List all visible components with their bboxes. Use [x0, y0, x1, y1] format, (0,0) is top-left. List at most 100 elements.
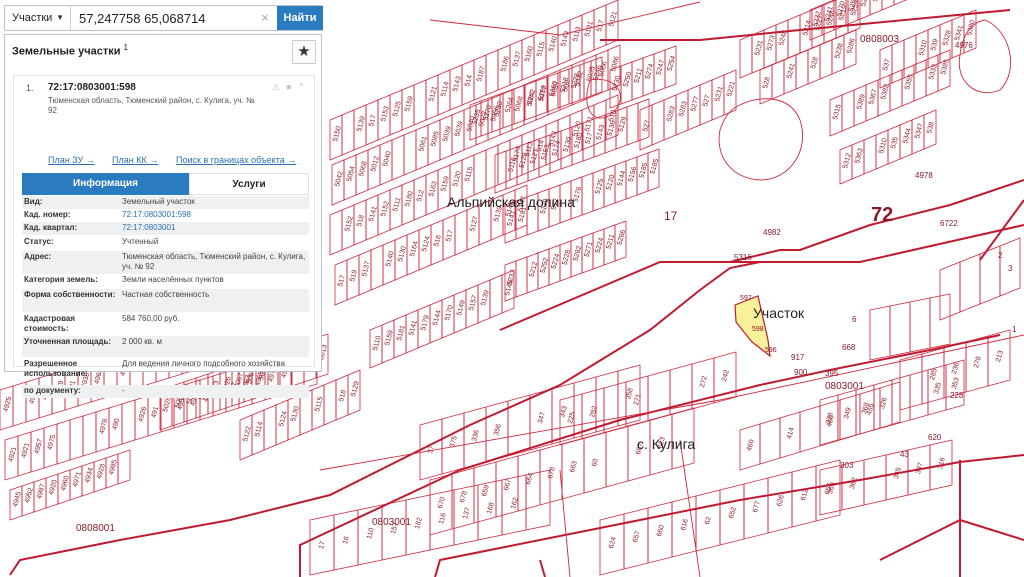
result-index: 1. [26, 83, 34, 93]
search-button[interactable]: Найти [277, 6, 323, 30]
parcel [329, 209, 343, 256]
parcel-number: 4975 [47, 434, 58, 451]
panel-title-text: Земельные участки [12, 45, 121, 58]
parcel [515, 256, 528, 298]
parcel [893, 0, 907, 6]
parcel-label: 228 [950, 391, 964, 400]
search-input[interactable] [75, 8, 261, 28]
parcel [899, 353, 923, 411]
parcel-label: 668 [842, 343, 856, 352]
attribute-value[interactable]: 72:17:0803001 [122, 223, 307, 233]
parcel [626, 102, 639, 146]
plan-kk-link[interactable]: План КК → [112, 155, 158, 165]
parcel-number: 517 [337, 274, 347, 287]
parcel-number: 4934 [84, 467, 95, 484]
tab-services[interactable]: Услуги [189, 173, 309, 195]
parcel [121, 399, 136, 445]
parcel-number: 4921 [21, 442, 32, 459]
parcel-number: 335 [933, 382, 943, 395]
parcel-number: 5344 [902, 127, 913, 144]
parcel [651, 99, 665, 146]
parcel-label: 6722 [940, 219, 958, 228]
parcel-number: 5341 [954, 24, 965, 41]
alpine-valley-label: Альпийская долина [447, 194, 575, 210]
parcel-number: 5130 [290, 405, 301, 422]
parcel-number: 5363 [854, 147, 865, 164]
parcel [759, 417, 781, 465]
parcel-number: 236 [951, 362, 961, 375]
parcel-number: 358 [625, 387, 635, 400]
parcel [117, 449, 131, 485]
parcel [799, 405, 821, 453]
parcel-label: 395 [825, 369, 839, 378]
parcel-number: 16 [342, 535, 351, 544]
favorite-icon[interactable]: ★ [292, 40, 316, 64]
search-bounds-link[interactable]: Поиск в границах объекта → [176, 155, 296, 165]
parcel [647, 369, 671, 422]
parcel [909, 369, 929, 421]
parcel-number: 659 [481, 484, 491, 497]
parcel-number: 5171 [584, 115, 595, 132]
parcel [889, 301, 911, 357]
parcel-number: 110 [366, 527, 376, 540]
parcel-number: 5028 [162, 396, 173, 413]
parcel-number: 517 [585, 132, 595, 145]
parcel-number: 5181 [396, 324, 407, 341]
parcel-number: 5355 [904, 73, 915, 90]
parcel-number: 4957 [34, 438, 45, 455]
parcel-number: 5115 [464, 166, 475, 182]
parcel-number: 5120 [452, 170, 463, 187]
plan-zu-link[interactable]: План ЗУ → [48, 155, 95, 165]
parcel [82, 411, 97, 457]
tab-info[interactable]: Информация [22, 173, 189, 195]
status-icons[interactable]: ⚠ ★ ⌃ [272, 82, 306, 93]
parcel-number: 5115 [314, 396, 325, 412]
parcel-number: 5347 [914, 122, 925, 139]
parcel-number: 663 [569, 460, 579, 473]
parcel [370, 244, 384, 291]
parcel-number: 5125 [392, 100, 403, 117]
svg-text:596: 596 [765, 347, 777, 354]
parcel-card: 1. 72:17:0803001:598 Тюменская область, … [13, 75, 315, 398]
quarter-label-0803001-south: 0803001 [372, 517, 411, 528]
parcel-label: 1 [1012, 325, 1017, 334]
attribute-key: Адрес: [24, 252, 52, 261]
parcel-number: 5159 [384, 329, 395, 346]
attribute-key: Кад. квартал: [24, 223, 78, 232]
clear-icon[interactable]: × [257, 6, 273, 30]
parcel-number: 5061 [418, 135, 429, 152]
svg-text:598: 598 [752, 326, 764, 333]
attribute-value: 584 760,00 руб. [122, 314, 180, 323]
parcel-number: 5012 [370, 155, 381, 172]
parcel-label: 43 [900, 450, 909, 459]
parcel-number: 516 [433, 234, 443, 247]
parcel-number: 5137 [361, 260, 372, 277]
parcel-label: 3 [1008, 264, 1013, 273]
parcel-number: 162 [510, 497, 520, 510]
parcel-number: 5160 [524, 45, 535, 62]
parcel-number: 5277 [690, 95, 701, 112]
parcel [391, 134, 405, 181]
parcel-number: 5389 [856, 93, 867, 110]
parcel-label: 4982 [763, 228, 781, 237]
search-type-select[interactable]: Участки ▼ [5, 6, 71, 30]
parcel-number: 664 [525, 472, 535, 485]
parcel-number: 5180 [404, 190, 415, 207]
parcel [891, 374, 911, 426]
parcel-number: 5139 [356, 115, 367, 132]
parcel-number: 5179 [420, 314, 431, 331]
parcel-number: 678 [459, 490, 469, 503]
parcel-number: 272 [699, 375, 709, 388]
parcel-number: 5114 [254, 421, 265, 437]
parcel-number: 356 [493, 423, 503, 436]
parcel-number: 4920 [48, 479, 59, 496]
cadastral-number-title[interactable]: 72:17:0803001:598 [48, 82, 136, 93]
parcel-number: 4926 [138, 406, 149, 423]
parcel-number: 5110 [372, 335, 383, 351]
parcel-number: 678 [547, 466, 557, 479]
parcel [473, 149, 487, 196]
parcel [795, 49, 809, 90]
parcel-number: 213 [995, 350, 1005, 363]
attribute-value[interactable]: 72:17:0803001:598 [122, 210, 307, 220]
parcel [497, 139, 511, 186]
